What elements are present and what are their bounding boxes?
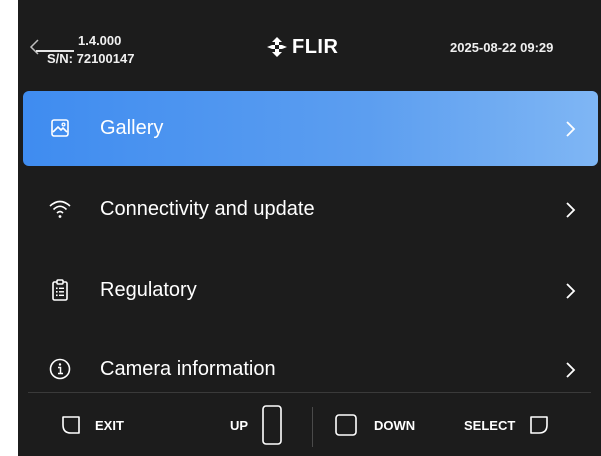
logo-text: FLIR [292,35,339,58]
up-button[interactable]: UP [230,393,282,456]
exit-label: EXIT [95,417,124,433]
up-key-icon [262,405,282,445]
serial-number: S/N: 72100147 [47,51,135,66]
exit-button[interactable]: EXIT [61,393,124,456]
info-icon [49,358,71,380]
chevron-right-icon [566,283,576,299]
down-button[interactable]: DOWN [335,393,415,456]
menu-item-gallery[interactable]: Gallery [23,91,598,166]
up-label: UP [230,417,249,433]
chevron-right-icon [566,202,576,218]
chevron-right-icon [566,362,576,378]
button-hint-bar: EXIT UP DOWN SELECT [28,392,591,456]
chevron-right-icon [566,121,576,137]
menu-item-label: Regulatory [100,279,197,301]
down-label: DOWN [374,417,416,433]
menu-item-connectivity[interactable]: Connectivity and update [23,172,598,247]
exit-key-icon [62,416,80,434]
select-button[interactable]: SELECT [464,393,549,456]
date-time: 2025-08-22 09:29 [450,40,554,55]
menu-item-label: Connectivity and update [100,198,315,220]
camera-screen: 1.4.000 S/N: 72100147 FLIR 2025-08-22 09… [18,0,601,456]
status-header: 1.4.000 S/N: 72100147 FLIR 2025-08-22 09… [18,0,601,88]
menu-item-regulatory[interactable]: Regulatory [23,253,598,328]
select-label: SELECT [464,417,516,433]
flir-logo-mark-icon [267,37,287,57]
down-key-icon [335,414,357,436]
menu-item-label: Gallery [100,117,164,139]
divider [312,407,313,447]
clipboard-icon [52,279,68,301]
back-arrow-icon[interactable] [24,36,46,58]
wifi-icon [49,200,71,218]
firmware-version: 1.4.000 [78,33,122,48]
gallery-icon [51,119,69,137]
select-key-icon [530,416,549,434]
flir-logo: FLIR [266,34,338,60]
menu-item-label: Camera information [100,358,276,380]
